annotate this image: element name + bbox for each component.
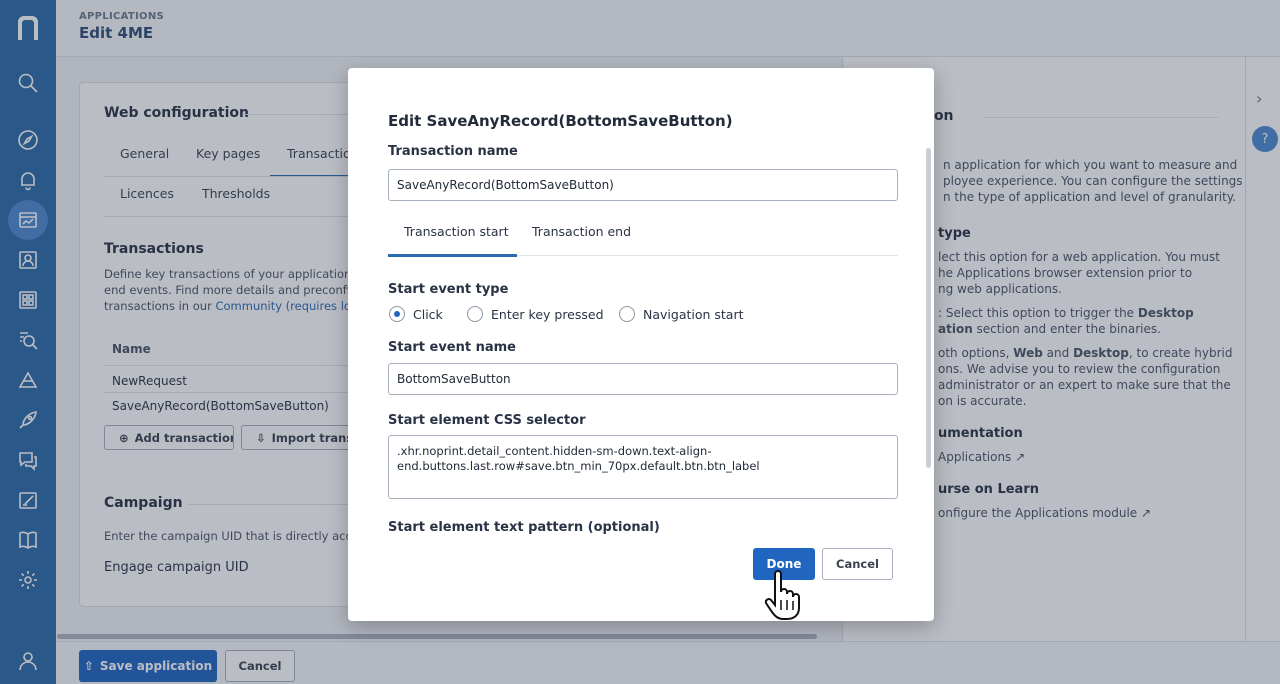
start-event-type-label: Start event type — [388, 282, 509, 297]
dialog-body: Transaction name SaveAnyRecord(BottomSav… — [388, 142, 898, 534]
dialog-title: Edit SaveAnyRecord(BottomSaveButton) — [388, 112, 733, 130]
radio-click[interactable] — [389, 306, 405, 322]
css-selector-textarea[interactable]: .xhr.noprint.detail_content.hidden-sm-do… — [388, 435, 898, 499]
dialog-cancel-button[interactable]: Cancel — [822, 548, 893, 580]
radio-enter-key-label[interactable]: Enter key pressed — [491, 307, 604, 322]
css-selector-label: Start element CSS selector — [388, 413, 586, 428]
dialog-scrollbar[interactable] — [926, 148, 931, 468]
text-pattern-label: Start element text pattern (optional) — [388, 520, 660, 534]
radio-navigation-start-label[interactable]: Navigation start — [643, 307, 744, 322]
css-selector-line: end.buttons.last.row#save.btn_min_70px.d… — [397, 459, 760, 473]
hand-cursor-icon — [764, 570, 800, 620]
edit-transaction-dialog: Edit SaveAnyRecord(BottomSaveButton) Tra… — [348, 68, 934, 621]
css-selector-line: .xhr.noprint.detail_content.hidden-sm-do… — [397, 444, 712, 458]
transaction-name-input[interactable]: SaveAnyRecord(BottomSaveButton) — [388, 169, 898, 201]
radio-enter-key[interactable] — [467, 306, 483, 322]
transaction-name-label: Transaction name — [388, 144, 518, 159]
radio-navigation-start[interactable] — [619, 306, 635, 322]
tab-transaction-end[interactable]: Transaction end — [532, 224, 631, 239]
start-event-name-label: Start event name — [388, 340, 516, 355]
radio-click-label[interactable]: Click — [413, 307, 443, 322]
tab-transaction-start[interactable]: Transaction start — [404, 224, 509, 239]
start-event-name-input[interactable]: BottomSaveButton — [388, 363, 898, 395]
active-tab-indicator — [388, 254, 517, 257]
